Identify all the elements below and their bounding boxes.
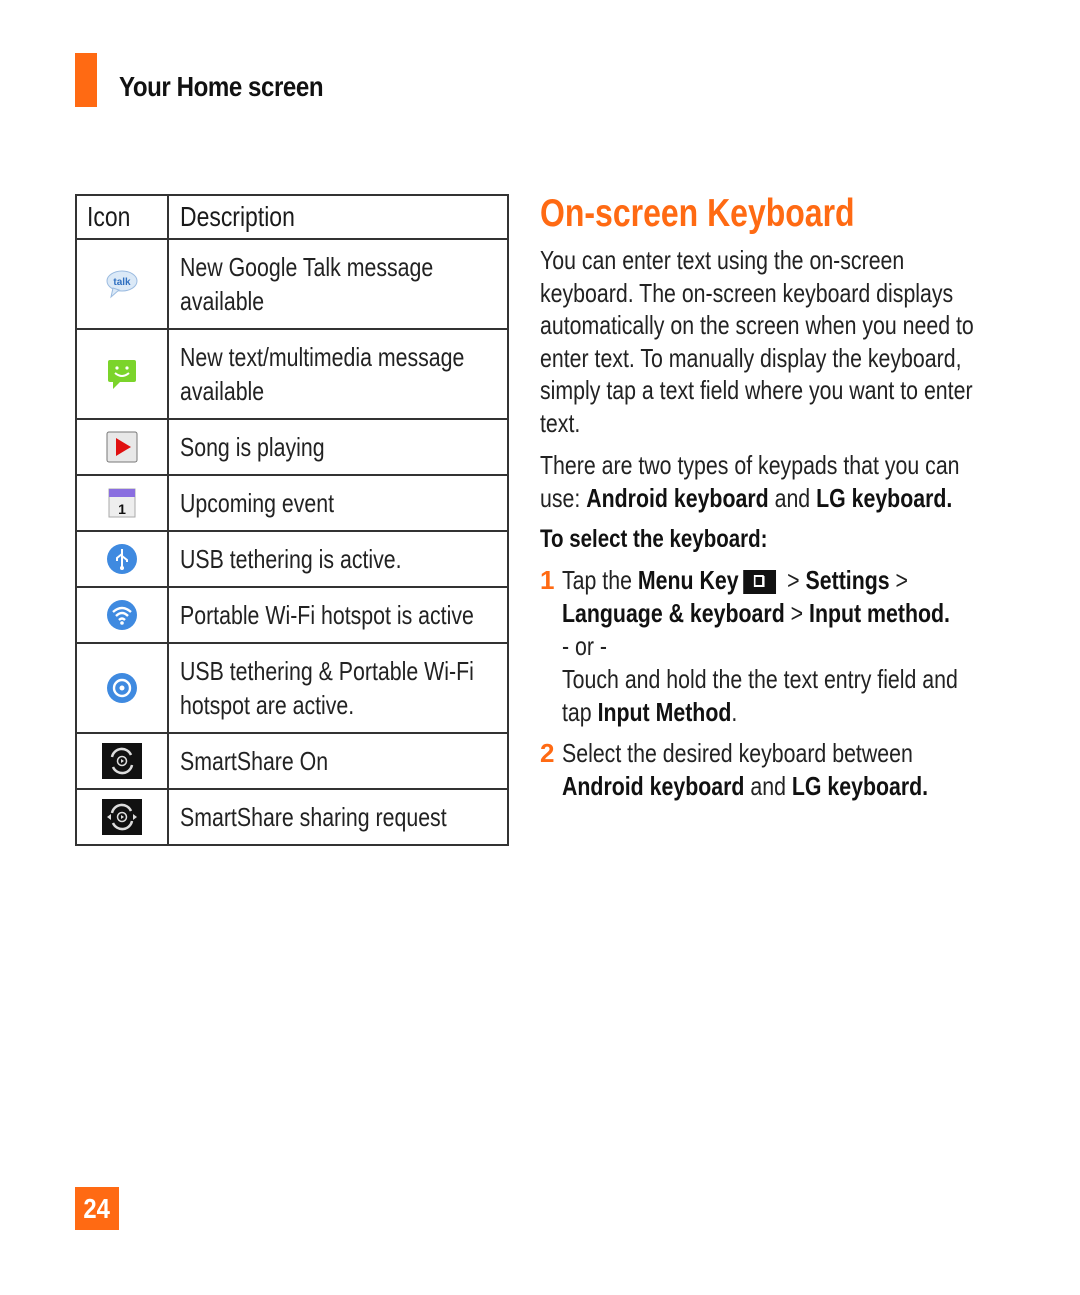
table-header-row: Icon Description	[75, 194, 509, 240]
table-row: Portable Wi-Fi hotspot is active	[75, 586, 509, 644]
calendar-event-icon: 1	[108, 488, 136, 518]
lg-keyboard-term: LG keyboard.	[816, 482, 953, 513]
settings-label: Settings	[805, 565, 890, 595]
language-keyboard-label: Language & keyboard	[562, 598, 785, 628]
song-playing-icon	[106, 431, 138, 463]
header-accent-bar	[75, 53, 97, 107]
row-description: Portable Wi-Fi hotspot is active	[180, 600, 474, 630]
text-message-icon	[108, 360, 136, 389]
column-header-description: Description	[167, 194, 509, 240]
svg-text:1: 1	[118, 501, 126, 517]
subheading: To select the keyboard:	[540, 525, 768, 553]
row-description: New Google Talk message available	[180, 252, 434, 316]
input-method-label-2: Input Method	[597, 697, 732, 727]
intro-paragraph: You can enter text using the on-screen k…	[540, 245, 974, 438]
smartshare-on-icon	[102, 743, 142, 779]
android-keyboard-term: Android keyboard	[586, 482, 769, 513]
row-description: USB tethering is active.	[180, 544, 402, 574]
row-description: USB tethering & Portable Wi-Fi hotspot a…	[180, 656, 474, 720]
usb-tethering-icon	[107, 544, 137, 574]
smartshare-request-icon	[102, 799, 142, 835]
icon-table: Icon Description talk New Google Talk me…	[75, 194, 509, 846]
section-title: On-screen Keyboard	[540, 192, 855, 235]
page-number: 24	[75, 1187, 119, 1230]
svg-text:talk: talk	[113, 277, 131, 288]
google-talk-icon: talk	[106, 270, 138, 299]
table-row: SmartShare sharing request	[75, 788, 509, 846]
or-separator: - or -	[562, 631, 608, 661]
row-description: Song is playing	[180, 432, 325, 462]
row-description: New text/multimedia message available	[180, 342, 465, 406]
row-description: SmartShare sharing request	[180, 802, 447, 832]
lg-keyboard-term: LG keyboard.	[791, 771, 929, 801]
keyboard-section: On-screen Keyboard You can enter text us…	[540, 190, 980, 803]
table-row: talk New Google Talk message available	[75, 238, 509, 330]
step-number: 1	[540, 565, 555, 595]
row-description: Upcoming event	[180, 488, 335, 518]
table-row: USB tethering & Portable Wi-Fi hotspot a…	[75, 642, 509, 734]
step-number: 2	[540, 738, 555, 768]
column-header-icon: Icon	[75, 194, 169, 240]
keypad-types-paragraph: There are two types of keypads that you …	[540, 450, 960, 513]
page-header-title: Your Home screen	[119, 71, 324, 102]
row-description: SmartShare On	[180, 746, 329, 776]
table-row: Song is playing	[75, 418, 509, 476]
usb-wifi-tethering-icon	[107, 673, 137, 703]
step-1: 1 Tap the Menu Key > Settings > Language…	[540, 565, 958, 727]
table-row: 1 Upcoming event	[75, 474, 509, 532]
menu-key-label: Menu Key	[637, 565, 739, 595]
wifi-hotspot-icon	[107, 600, 137, 630]
menu-key-icon	[743, 570, 777, 595]
table-row: USB tethering is active.	[75, 530, 509, 588]
android-keyboard-term: Android keyboard	[562, 771, 745, 801]
step-2: 2 Select the desired keyboard between An…	[540, 738, 929, 801]
table-row: SmartShare On	[75, 732, 509, 790]
input-method-label: Input method.	[809, 598, 950, 628]
table-row: New text/multimedia message available	[75, 328, 509, 420]
